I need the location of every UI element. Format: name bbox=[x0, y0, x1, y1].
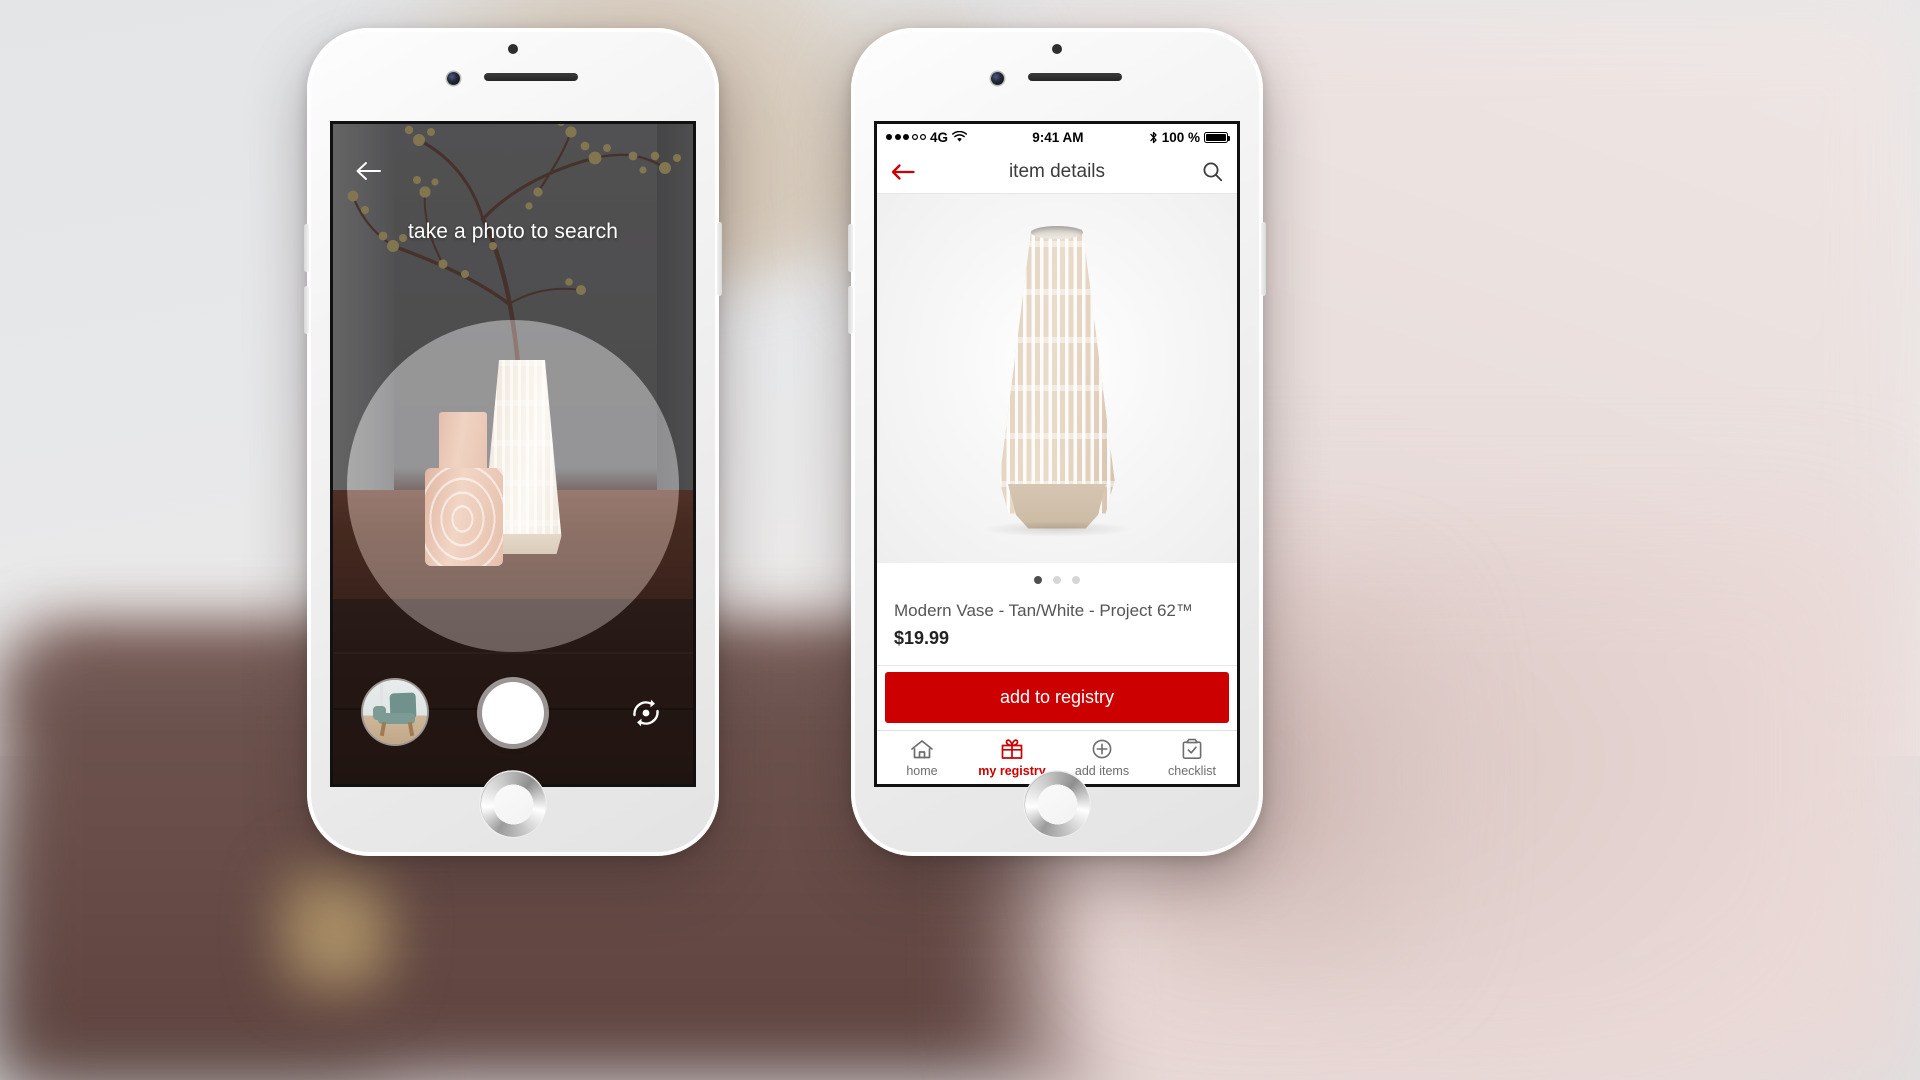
camera-hint-text: take a photo to search bbox=[407, 220, 618, 243]
tab-home[interactable]: home bbox=[877, 738, 967, 778]
viewfinder-pink-vase-body bbox=[425, 468, 503, 566]
product-vase-rim bbox=[1031, 225, 1083, 239]
right-phone-device: 4G 9:41 AM 100 % item details Modern Vas… bbox=[848, 28, 1266, 856]
plus-circle-icon bbox=[1092, 739, 1112, 759]
signal-strength-icon bbox=[886, 134, 926, 140]
proximity-sensor bbox=[1052, 44, 1062, 54]
gallery-thumb-frame bbox=[379, 683, 384, 707]
carousel-dot-3[interactable] bbox=[1072, 576, 1080, 584]
right-phone-screen: 4G 9:41 AM 100 % item details Modern Vas… bbox=[877, 124, 1237, 784]
battery-percent-label: 100 % bbox=[1161, 129, 1200, 145]
battery-icon bbox=[1204, 131, 1231, 143]
home-button[interactable] bbox=[1027, 774, 1087, 834]
power-button bbox=[1261, 222, 1266, 296]
product-info: Modern Vase - Tan/White - Project 62™ $1… bbox=[877, 597, 1237, 665]
wifi-icon bbox=[952, 131, 967, 142]
back-arrow-icon[interactable] bbox=[355, 160, 381, 182]
carousel-dot-1[interactable] bbox=[1034, 576, 1042, 584]
viewfinder-pink-vase-neck bbox=[439, 412, 487, 474]
tab-label-my-registry: my registry bbox=[978, 764, 1046, 778]
gift-icon bbox=[1001, 739, 1023, 759]
carrier-label: 4G bbox=[930, 129, 949, 145]
product-title: Modern Vase - Tan/White - Project 62™ bbox=[894, 601, 1193, 620]
clock: 9:41 AM bbox=[1032, 129, 1084, 145]
front-camera bbox=[991, 72, 1004, 85]
status-bar-left: 4G bbox=[886, 130, 967, 145]
right-phone-top-bezel bbox=[851, 28, 1263, 136]
tab-label-home: home bbox=[906, 764, 938, 778]
product-vase-shadow bbox=[982, 520, 1132, 537]
product-price: $19.99 bbox=[894, 628, 950, 648]
page-title: item details bbox=[1008, 160, 1106, 182]
earpiece-speaker bbox=[1028, 73, 1122, 81]
clipboard-check-icon bbox=[1182, 738, 1202, 759]
bluetooth-icon bbox=[1150, 131, 1157, 143]
background-dresser-knob bbox=[278, 864, 394, 994]
nav-bar: item details bbox=[877, 150, 1237, 194]
add-to-registry-button[interactable]: add to registry bbox=[885, 672, 1229, 723]
cta-container: add to registry bbox=[877, 665, 1237, 730]
tab-checklist[interactable]: checklist bbox=[1147, 738, 1237, 778]
carousel-dot-2[interactable] bbox=[1053, 576, 1061, 584]
product-image bbox=[982, 225, 1132, 537]
volume-button-down bbox=[848, 286, 853, 334]
tab-my-registry[interactable]: my registry bbox=[967, 738, 1057, 778]
volume-button-up bbox=[304, 224, 309, 272]
tab-label-add-items: add items bbox=[1074, 764, 1130, 778]
carousel-dots[interactable] bbox=[877, 563, 1237, 597]
proximity-sensor bbox=[508, 44, 518, 54]
left-phone-screen: take a photo to search bbox=[333, 124, 693, 784]
shutter-button[interactable] bbox=[482, 682, 544, 744]
flip-camera-icon[interactable] bbox=[627, 694, 665, 732]
camera-viewfinder[interactable]: take a photo to search bbox=[333, 124, 693, 784]
power-button bbox=[717, 222, 722, 296]
status-bar-right: 100 % bbox=[1149, 129, 1231, 145]
left-phone-device: take a photo to search bbox=[304, 28, 722, 856]
volume-button-up bbox=[848, 224, 853, 272]
left-phone-top-bezel bbox=[307, 28, 719, 136]
tab-add-items[interactable]: add items bbox=[1057, 738, 1147, 778]
gallery-thumbnail[interactable] bbox=[363, 680, 427, 744]
tab-label-checklist: checklist bbox=[1168, 764, 1216, 778]
status-bar: 4G 9:41 AM 100 % bbox=[877, 124, 1237, 150]
earpiece-speaker bbox=[484, 73, 578, 81]
registry-app: 4G 9:41 AM 100 % item details Modern Vas… bbox=[877, 124, 1237, 784]
front-camera bbox=[447, 72, 460, 85]
volume-button-down bbox=[304, 286, 309, 334]
home-button[interactable] bbox=[483, 774, 543, 834]
product-image-carousel[interactable] bbox=[877, 194, 1237, 563]
viewfinder-dresser-seam bbox=[333, 652, 693, 654]
home-icon bbox=[911, 740, 933, 759]
